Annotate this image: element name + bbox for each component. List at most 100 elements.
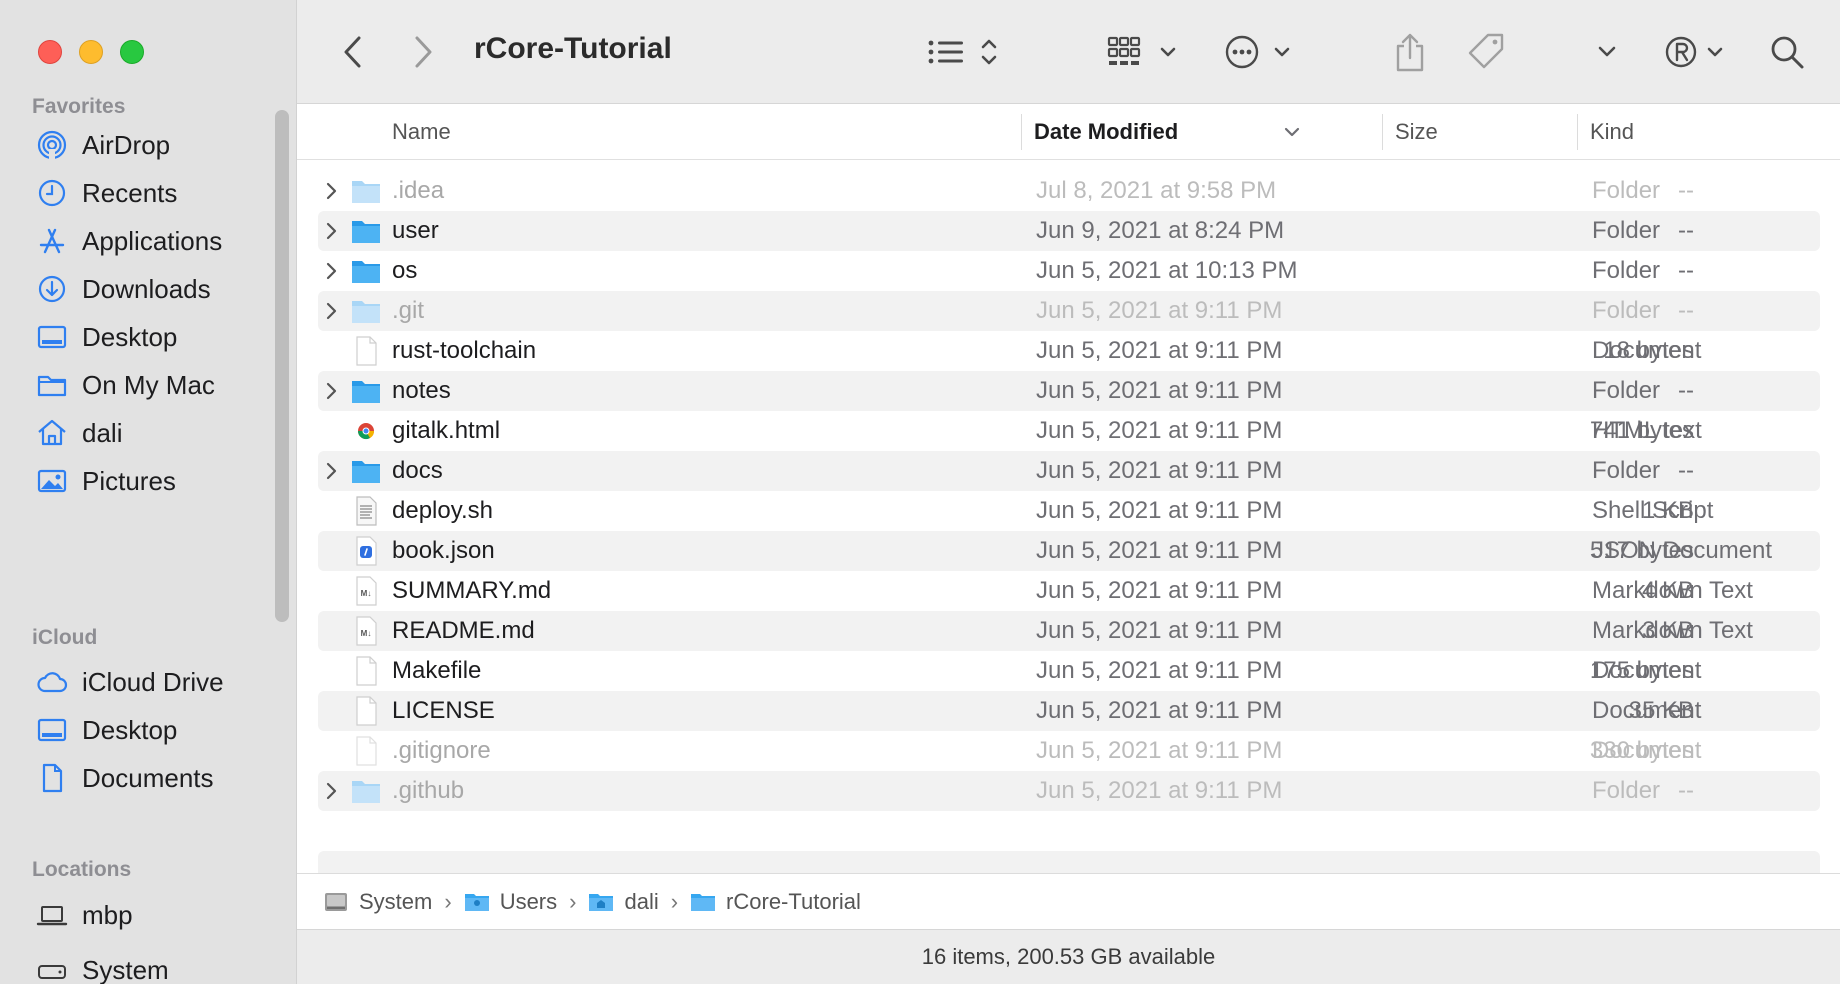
file-date-modified: Jun 5, 2021 at 9:11 PM (1036, 617, 1283, 644)
toolbar: rCore-Tutorial (297, 0, 1840, 104)
sidebar-item-icloud-drive[interactable]: iCloud Drive (36, 662, 224, 702)
file-row[interactable]: notes Jun 5, 2021 at 9:11 PM -- Folder (318, 371, 1820, 411)
sidebar-item-label: On My Mac (82, 369, 215, 400)
file-list: .idea Jul 8, 2021 at 9:58 PM -- Folder user J… (318, 171, 1820, 811)
column-kind-label: Kind (1590, 119, 1635, 144)
file-name: book.json (392, 537, 495, 564)
path-label: dali (624, 888, 659, 914)
file-row[interactable]: deploy.sh Jun 5, 2021 at 9:11 PM 1 KB Shell… (318, 491, 1820, 531)
zoom-button[interactable] (120, 40, 144, 64)
tag-icon (1468, 33, 1504, 69)
file-date-modified: Jul 8, 2021 at 9:58 PM (1036, 177, 1277, 204)
path-item-system[interactable]: System (323, 889, 432, 915)
window-title: rCore-Tutorial (474, 32, 672, 65)
sidebar-item-applications[interactable]: Applications (36, 221, 222, 261)
file-date-modified: Jun 5, 2021 at 9:11 PM (1036, 537, 1283, 564)
file-row[interactable]: os Jun 5, 2021 at 10:13 PM -- Folder (318, 251, 1820, 291)
column-size[interactable]: Size (1382, 104, 1572, 160)
sidebar-item-documents[interactable]: Documents (36, 758, 214, 798)
sidebar-item-dali[interactable]: dali (36, 413, 122, 453)
file-row[interactable]: book.json Jun 5, 2021 at 9:11 PM 517 bytes… (318, 531, 1820, 571)
tags-button[interactable] (1467, 30, 1507, 74)
file-row[interactable]: docs Jun 5, 2021 at 9:11 PM -- Folder (318, 451, 1820, 491)
view-mode-button[interactable] (927, 30, 1001, 74)
disclosure-chevron-icon[interactable] (324, 379, 340, 403)
sidebar-item-on-my-mac[interactable]: On My Mac (36, 365, 215, 405)
finder-window: Favorites AirDrop Recents Applications D… (0, 0, 1840, 984)
sidebar-item-icloud-desktop[interactable]: Desktop (36, 710, 177, 750)
file-kind: Folder (1592, 217, 1661, 244)
path-item-users[interactable]: Users (464, 889, 557, 915)
file-name: user (392, 217, 439, 244)
overflow-button[interactable] (1595, 30, 1619, 74)
sidebar-item-system[interactable]: System (36, 950, 169, 984)
file-row[interactable]: Makefile Jun 5, 2021 at 9:11 PM 175 bytes D… (318, 651, 1820, 691)
file-row[interactable]: LICENSE Jun 5, 2021 at 9:11 PM 35 KB Docume… (318, 691, 1820, 731)
path-label: System (359, 888, 433, 914)
file-name: docs (392, 457, 443, 484)
file-row[interactable]: .idea Jul 8, 2021 at 9:58 PM -- Folder (318, 171, 1820, 211)
disclosure-chevron-icon[interactable] (324, 259, 340, 283)
file-row[interactable]: M↓ README.md Jun 5, 2021 at 9:11 PM 3 KB Mar… (318, 611, 1820, 651)
column-kind[interactable]: Kind (1577, 104, 1837, 160)
column-name[interactable]: Name (392, 104, 451, 160)
file-row[interactable]: M↓ SUMMARY.md Jun 5, 2021 at 9:11 PM 4 KB Ma… (318, 571, 1820, 611)
desktop-icon (37, 718, 67, 742)
document-icon (356, 336, 377, 366)
action-menu-button[interactable] (1224, 30, 1298, 74)
disclosure-chevron-icon[interactable] (324, 779, 340, 803)
sidebar-item-pictures[interactable]: Pictures (36, 461, 176, 501)
file-name: gitalk.html (392, 417, 501, 444)
file-row[interactable]: .github Jun 5, 2021 at 9:11 PM -- Folder (318, 771, 1820, 811)
sidebar-scrollbar[interactable] (275, 110, 289, 622)
path-separator-icon: › (569, 888, 577, 914)
disclosure-chevron-icon[interactable] (324, 179, 340, 203)
sidebar-item-label: System (82, 954, 169, 984)
file-row[interactable]: .gitignore Jun 5, 2021 at 9:11 PM 330 byte… (318, 731, 1820, 771)
file-row[interactable]: .git Jun 5, 2021 at 9:11 PM -- Folder (318, 291, 1820, 331)
sidebar-item-label: Pictures (82, 465, 176, 496)
file-row[interactable]: gitalk.html Jun 5, 2021 at 9:11 PM 741 byt… (318, 411, 1820, 451)
sidebar-item-label: Downloads (82, 273, 211, 304)
sidebar-item-label: Recents (82, 177, 178, 208)
file-row[interactable]: user Jun 9, 2021 at 8:24 PM -- Folder (318, 211, 1820, 251)
file-date-modified: Jun 5, 2021 at 9:11 PM (1036, 337, 1283, 364)
file-kind: Folder (1592, 297, 1661, 324)
home-icon (38, 419, 66, 446)
close-button[interactable] (38, 40, 62, 64)
chrome-html-icon (357, 423, 375, 440)
disclosure-chevron-icon[interactable] (324, 219, 340, 243)
airdrop-icon (37, 130, 67, 161)
applications-icon (39, 228, 65, 254)
file-date-modified: Jun 5, 2021 at 9:11 PM (1036, 777, 1283, 804)
file-kind: Folder (1592, 377, 1661, 404)
file-date-modified: Jun 5, 2021 at 9:11 PM (1036, 457, 1283, 484)
minimize-button[interactable] (79, 40, 103, 64)
folder-icon (691, 893, 716, 911)
disclosure-chevron-icon[interactable] (324, 459, 340, 483)
sidebar-item-recents[interactable]: Recents (36, 173, 177, 213)
folder-icon (352, 301, 380, 323)
search-button[interactable] (1769, 30, 1805, 74)
file-name: notes (392, 377, 451, 404)
disclosure-chevron-icon[interactable] (324, 299, 340, 323)
sidebar-item-desktop[interactable]: Desktop (36, 317, 177, 357)
file-date-modified: Jun 5, 2021 at 9:11 PM (1036, 737, 1283, 764)
path-item-dali[interactable]: dali (588, 888, 659, 915)
search-icon (1771, 36, 1804, 69)
file-row[interactable]: rust-toolchain Jun 5, 2021 at 9:11 PM 18 b… (318, 331, 1820, 371)
sidebar-item-mbp[interactable]: mbp (36, 895, 133, 935)
cloud-icon (37, 672, 68, 693)
share-button[interactable] (1392, 30, 1428, 74)
file-kind: Folder (1592, 257, 1661, 284)
sidebar-item-downloads[interactable]: Downloads (36, 269, 211, 309)
laptop-icon (36, 906, 68, 926)
sidebar-item-airdrop[interactable]: AirDrop (36, 125, 170, 165)
back-button[interactable] (337, 30, 369, 74)
group-button[interactable] (1107, 30, 1181, 74)
extension-button[interactable] (1665, 30, 1731, 74)
forward-button[interactable] (407, 30, 439, 74)
file-name: .gitignore (392, 737, 491, 764)
path-item-rcore-tutorial[interactable]: rCore-Tutorial (690, 889, 861, 915)
sidebar-item-label: Desktop (82, 714, 178, 745)
